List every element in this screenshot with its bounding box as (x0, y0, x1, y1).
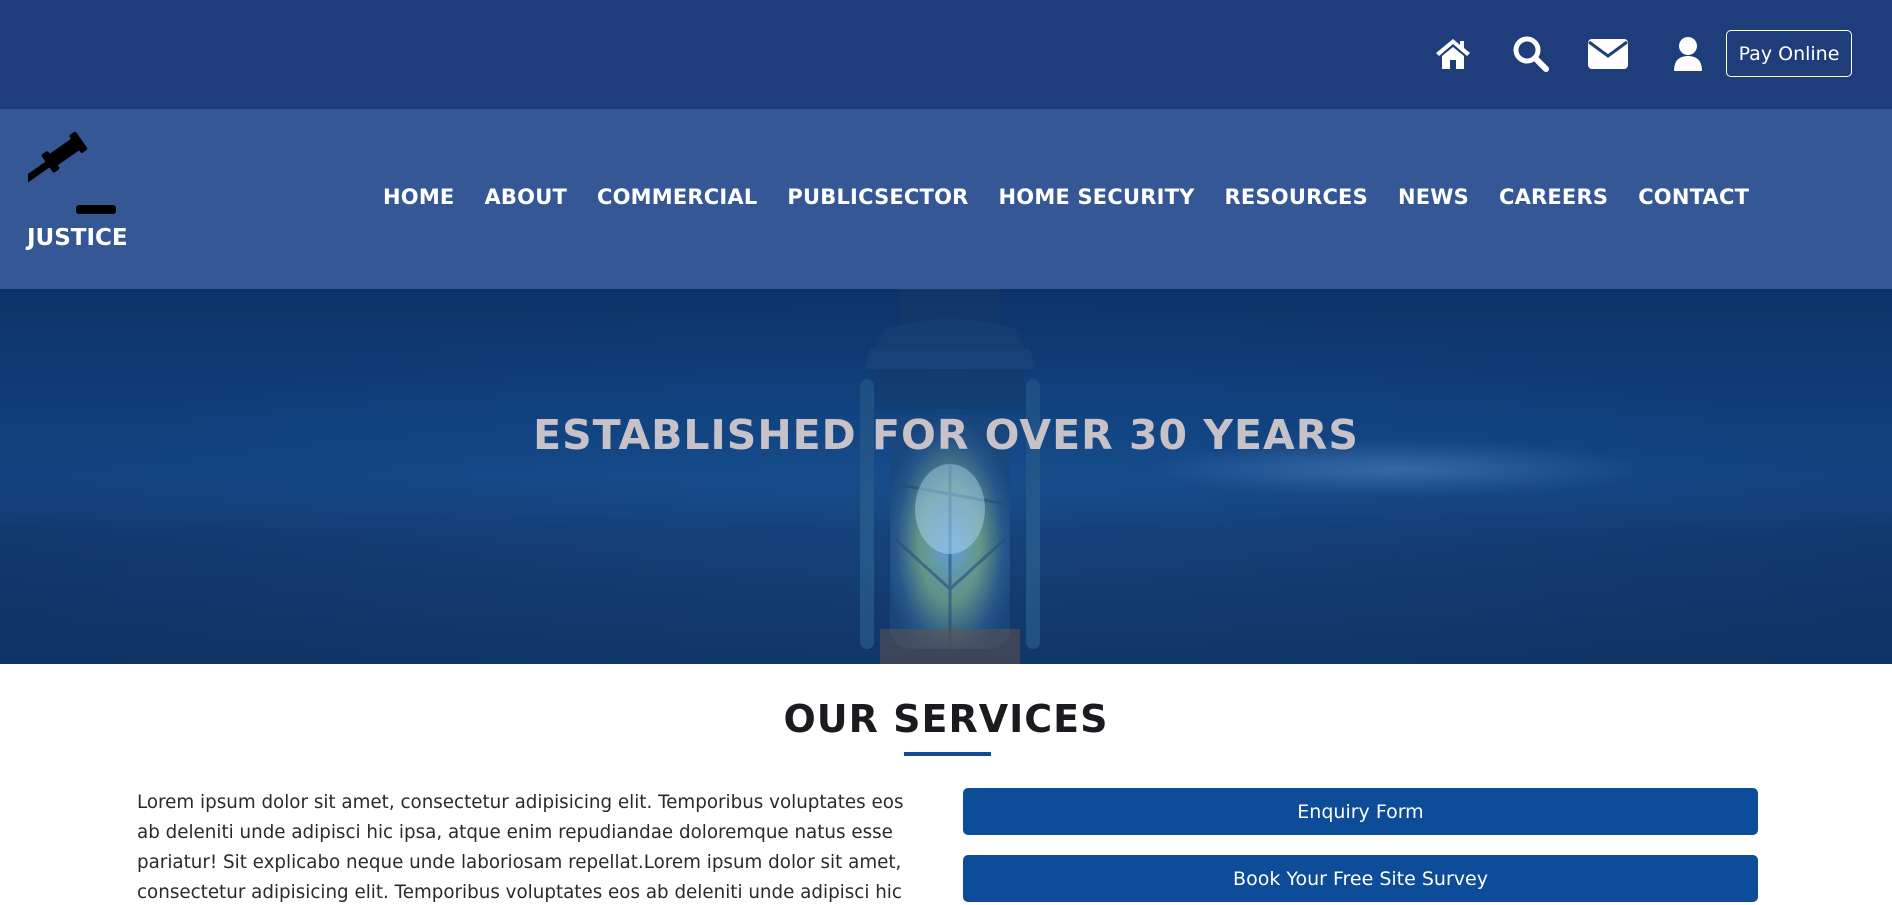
top-bar: Pay Online (0, 0, 1892, 109)
nav-item-home-security[interactable]: HOME SECURITY (999, 185, 1195, 209)
services-title: OUR SERVICES (783, 697, 1109, 741)
nav-item-home[interactable]: HOME (383, 185, 454, 209)
gavel-icon (28, 131, 116, 214)
brand-logo[interactable]: JUSTICE (24, 131, 128, 261)
services-paragraph: Lorem ipsum dolor sit amet, consectetur … (137, 792, 904, 903)
book-site-survey-button[interactable]: Book Your Free Site Survey (963, 855, 1758, 902)
home-icon[interactable] (1431, 32, 1475, 76)
brand-name: JUSTICE (27, 225, 128, 251)
hero-banner: ESTABLISHED FOR OVER 30 YEARS (0, 289, 1892, 664)
main-navbar: JUSTICE HOME ABOUT COMMERCIAL PUBLICSECT… (0, 109, 1892, 289)
hero-title: ESTABLISHED FOR OVER 30 YEARS (533, 411, 1359, 459)
title-underline (904, 752, 991, 756)
user-icon[interactable] (1666, 32, 1710, 76)
nav-item-news[interactable]: NEWS (1398, 185, 1469, 209)
envelope-icon[interactable] (1586, 32, 1630, 76)
nav-item-about[interactable]: ABOUT (484, 185, 567, 209)
nav-item-commercial[interactable]: COMMERCIAL (597, 185, 757, 209)
nav-menu: HOME ABOUT COMMERCIAL PUBLICSECTOR HOME … (383, 185, 1779, 209)
enquiry-form-button[interactable]: Enquiry Form (963, 788, 1758, 835)
nav-item-resources[interactable]: RESOURCES (1225, 185, 1368, 209)
pay-online-button[interactable]: Pay Online (1726, 30, 1852, 77)
search-icon[interactable] (1509, 32, 1553, 76)
nav-item-contact[interactable]: CONTACT (1638, 185, 1749, 209)
hero-overlay (0, 289, 1892, 664)
nav-item-careers[interactable]: CAREERS (1499, 185, 1608, 209)
nav-item-publicsector[interactable]: PUBLICSECTOR (787, 185, 968, 209)
